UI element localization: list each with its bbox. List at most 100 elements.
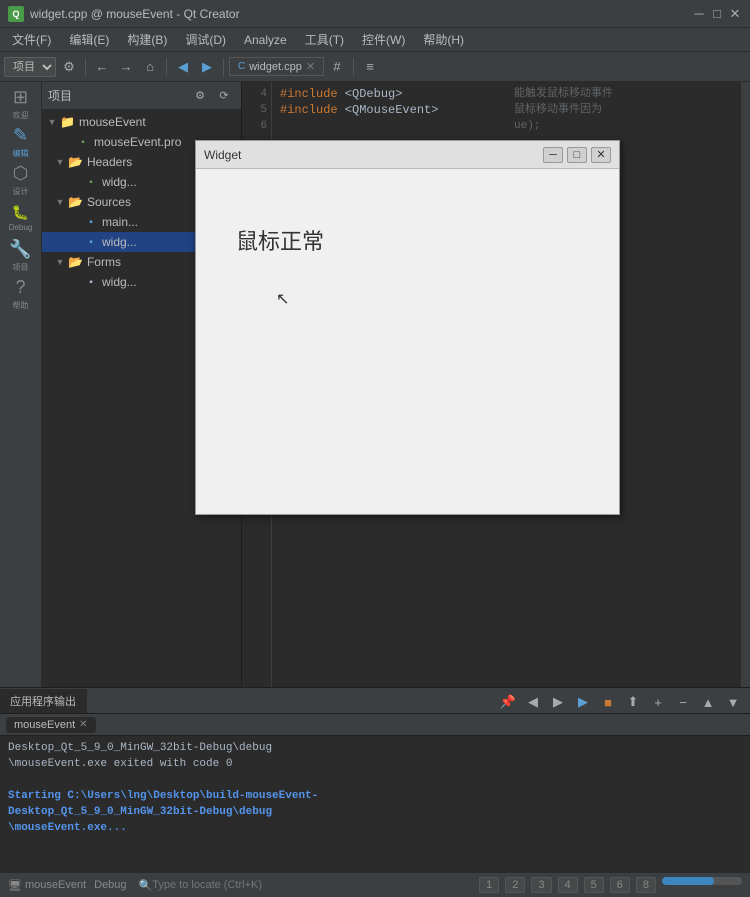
output-toolbar-play[interactable]: ▶: [572, 691, 594, 713]
menu-edit[interactable]: 编辑(E): [61, 29, 117, 50]
code-line-3: [280, 118, 502, 134]
toolbar-sep-4: [353, 58, 354, 76]
line-num-5: 5: [246, 102, 267, 118]
output-tab[interactable]: 应用程序输出: [0, 689, 87, 713]
status-bar: 🖥 mouseEvent Debug 🔍 1 2 3 4 5 6 8: [0, 872, 750, 897]
project-dropdown[interactable]: 项目: [4, 57, 56, 77]
menu-debug[interactable]: 调试(D): [177, 29, 234, 50]
menu-analyze[interactable]: Analyze: [236, 31, 295, 49]
sidebar-item-edit[interactable]: ✎ 编辑: [3, 124, 39, 160]
process-tab-icon: ✕: [79, 719, 87, 730]
active-tab-indicator: C widget.cpp ✕: [229, 57, 324, 76]
output-line-5: Desktop_Qt_5_9_0_MinGW_32bit-Debug\debug: [8, 804, 742, 820]
comment-3: ue);: [514, 118, 736, 134]
menu-help[interactable]: 帮助(H): [415, 29, 472, 50]
toolbar-forward-btn[interactable]: →: [115, 56, 137, 78]
page-num-1[interactable]: 1: [479, 877, 499, 893]
widget-minimize-btn[interactable]: ─: [543, 147, 563, 163]
output-toolbar-upload[interactable]: ⬆: [622, 691, 644, 713]
toolbar-sep-1: [85, 58, 86, 76]
page-num-5[interactable]: 5: [584, 877, 604, 893]
status-icon-area: 🖥 mouseEvent: [8, 879, 86, 892]
headers-folder-icon: 📂: [68, 155, 83, 169]
menu-controls[interactable]: 控件(W): [354, 29, 413, 50]
toolbar-hash-btn[interactable]: #: [326, 56, 348, 78]
leaf-spacer3: [70, 216, 82, 228]
leaf-spacer2: [70, 176, 82, 188]
output-toolbar-pin[interactable]: 📌: [497, 691, 519, 713]
pro-file-icon: ▪: [76, 135, 90, 149]
status-progress-fill: [662, 877, 714, 885]
toolbar-back-btn[interactable]: ←: [91, 56, 113, 78]
output-toolbar-stop[interactable]: ■: [597, 691, 619, 713]
comment-2: 鼠标移动事件因为: [514, 102, 736, 118]
edit-label: 编辑: [13, 148, 29, 159]
tree-label-header-file: widg...: [102, 175, 137, 189]
minimize-button[interactable]: ─: [692, 7, 706, 21]
toolbar-btn3[interactable]: ◀: [172, 56, 194, 78]
output-toolbar-prev[interactable]: ◀: [522, 691, 544, 713]
tree-sync-btn[interactable]: ⟳: [213, 85, 235, 107]
output-tab-label: 应用程序输出: [10, 693, 76, 709]
code-line-2: #include <QMouseEvent>: [280, 102, 502, 118]
leaf-spacer: [62, 136, 74, 148]
widget-close-btn[interactable]: ✕: [591, 147, 611, 163]
page-num-6[interactable]: 6: [610, 877, 630, 893]
sources-folder-icon: 📂: [68, 195, 83, 209]
output-line-2: \mouseEvent.exe exited with code 0: [8, 756, 742, 772]
tree-header-controls: ⚙ ⟳: [189, 85, 235, 107]
sidebar-item-help[interactable]: ? 帮助: [3, 276, 39, 312]
menu-tools[interactable]: 工具(T): [297, 29, 352, 50]
sidebar-item-welcome[interactable]: ⊞ 欢迎: [3, 86, 39, 122]
close-button[interactable]: ✕: [728, 7, 742, 21]
project-icon: 🔧: [9, 239, 31, 260]
widget-title-text: Widget: [204, 148, 241, 162]
page-num-4[interactable]: 4: [558, 877, 578, 893]
widget-file-icon: ▪: [84, 235, 98, 249]
toolbar-home-btn[interactable]: ⌂: [139, 56, 161, 78]
forms-folder-icon: 📂: [68, 255, 83, 269]
status-progress-bar: [662, 877, 742, 885]
widget-titlebar: Widget ─ □ ✕: [196, 141, 619, 169]
tree-label-main: main...: [102, 215, 138, 229]
toolbar-menu-btn[interactable]: ≡: [359, 56, 381, 78]
expand-forms-icon: ▼: [54, 256, 66, 268]
tree-node-mouseEvent[interactable]: ▼ 📁 mouseEvent: [42, 112, 241, 132]
output-content: Desktop_Qt_5_9_0_MinGW_32bit-Debug\debug…: [0, 736, 750, 872]
status-page-numbers: 1 2 3 4 5 6 8: [479, 877, 742, 893]
tree-filter-btn[interactable]: ⚙: [189, 85, 211, 107]
menu-build[interactable]: 构建(B): [119, 29, 175, 50]
output-line-4: Starting C:\Users\lng\Desktop\build-mous…: [8, 788, 742, 804]
output-toolbar-plus[interactable]: +: [647, 691, 669, 713]
page-num-8[interactable]: 8: [636, 877, 656, 893]
main-toolbar: 项目 ⚙ ← → ⌂ ◀ ▶ C widget.cpp ✕ # ≡: [0, 52, 750, 82]
window-title: widget.cpp @ mouseEvent - Qt Creator: [30, 7, 240, 21]
tab-close-icon[interactable]: ✕: [306, 60, 315, 73]
menu-file[interactable]: 文件(F): [4, 29, 59, 50]
tree-label-mouseEvent: mouseEvent: [79, 115, 146, 129]
toolbar-filter-btn[interactable]: ⚙: [58, 56, 80, 78]
line-num-6: 6: [246, 118, 267, 134]
project-label: 项目: [13, 262, 29, 273]
sidebar-item-debug[interactable]: 🐛 Debug: [3, 200, 39, 236]
process-tab[interactable]: mouseEvent ✕: [6, 717, 96, 733]
output-collapse-btn[interactable]: ▲: [697, 691, 719, 713]
welcome-label: 欢迎: [13, 110, 29, 121]
widget-window[interactable]: Widget ─ □ ✕ 鼠标正常 ↖: [195, 140, 620, 515]
sidebar-item-project[interactable]: 🔧 项目: [3, 238, 39, 274]
tree-label-headers: Headers: [87, 155, 132, 169]
sidebar-item-design[interactable]: ⬡ 设计: [3, 162, 39, 198]
page-num-3[interactable]: 3: [531, 877, 551, 893]
toolbar-btn4[interactable]: ▶: [196, 56, 218, 78]
toolbar-sep-2: [166, 58, 167, 76]
status-debug-item: Debug: [94, 879, 126, 891]
toolbar-sep-3: [223, 58, 224, 76]
output-toolbar-minus[interactable]: −: [672, 691, 694, 713]
widget-maximize-btn[interactable]: □: [567, 147, 587, 163]
locate-input[interactable]: [152, 879, 282, 891]
output-expand-btn[interactable]: ▼: [722, 691, 744, 713]
maximize-button[interactable]: □: [710, 7, 724, 21]
help-label: 帮助: [13, 300, 29, 311]
output-toolbar-next[interactable]: ▶: [547, 691, 569, 713]
page-num-2[interactable]: 2: [505, 877, 525, 893]
